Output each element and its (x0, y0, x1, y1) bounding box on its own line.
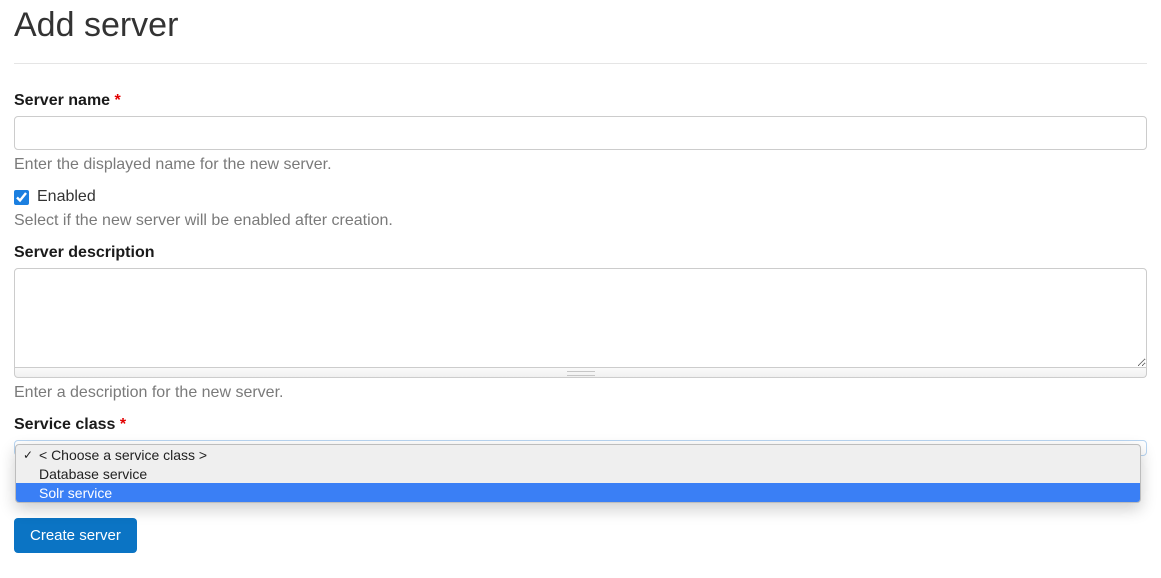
textarea-resize-grip[interactable] (14, 368, 1147, 378)
create-server-button[interactable]: Create server (14, 518, 137, 553)
option-text: < Choose a service class > (37, 447, 207, 463)
service-class-dropdown: ✓ < Choose a service class > Database se… (15, 444, 1141, 503)
service-class-label-text: Service class (14, 416, 115, 433)
page-title: Add server (14, 0, 1147, 64)
required-mark: * (115, 92, 121, 109)
server-description-textarea[interactable] (14, 268, 1147, 368)
enabled-help: Select if the new server will be enabled… (14, 212, 1147, 230)
server-name-input[interactable] (14, 116, 1147, 150)
service-class-label: Service class * (14, 416, 1147, 434)
server-name-help: Enter the displayed name for the new ser… (14, 156, 1147, 174)
enabled-label: Enabled (37, 188, 96, 206)
enabled-checkbox[interactable] (14, 190, 29, 205)
server-description-label: Server description (14, 244, 1147, 262)
check-icon: ✓ (23, 448, 37, 462)
service-class-option-placeholder[interactable]: ✓ < Choose a service class > (16, 445, 1140, 464)
option-text: Database service (37, 466, 147, 482)
service-class-group: Service class * ✓ < Choose a service cla… (14, 416, 1147, 456)
enabled-group: Enabled Select if the new server will be… (14, 188, 1147, 230)
service-class-option-database[interactable]: Database service (16, 464, 1140, 483)
server-description-help: Enter a description for the new server. (14, 384, 1147, 402)
server-name-label-text: Server name (14, 92, 110, 109)
required-mark: * (120, 416, 126, 433)
service-class-option-solr[interactable]: Solr service (16, 483, 1140, 502)
server-name-label: Server name * (14, 92, 1147, 110)
server-description-group: Server description Enter a description f… (14, 244, 1147, 402)
server-name-group: Server name * Enter the displayed name f… (14, 92, 1147, 174)
option-text: Solr service (37, 485, 112, 501)
